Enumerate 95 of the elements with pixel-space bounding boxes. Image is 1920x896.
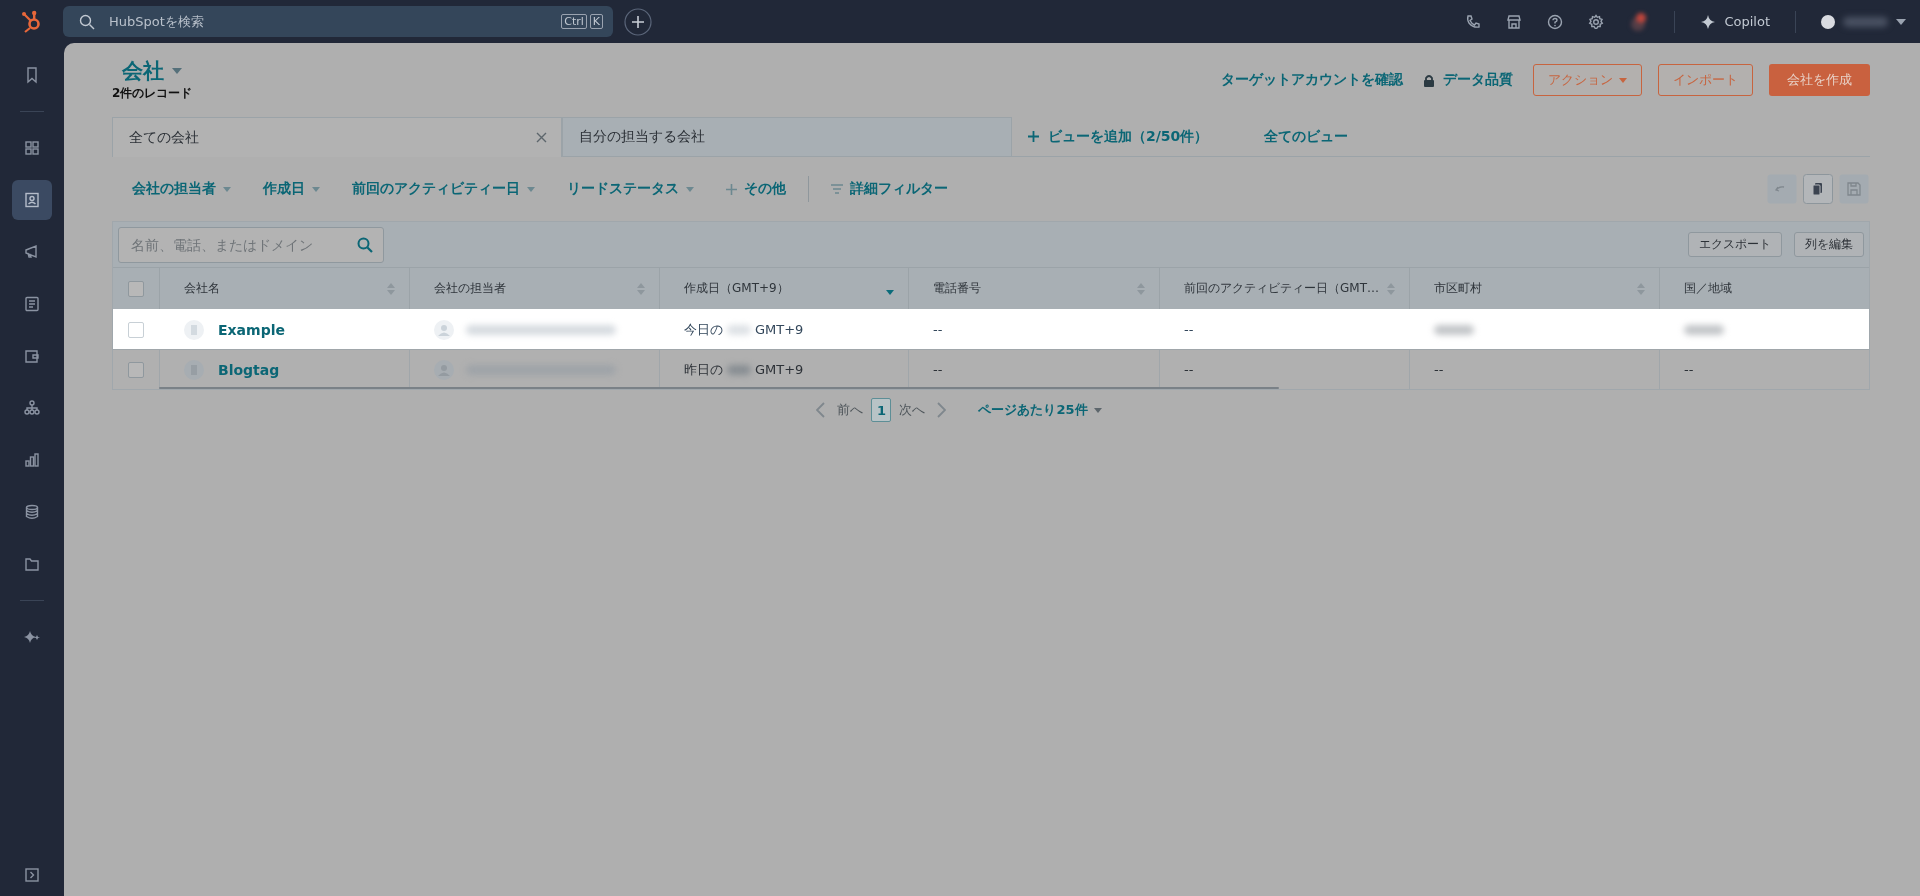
- chevron-right-icon: [937, 402, 947, 418]
- org-chart-icon: [23, 399, 41, 417]
- actions-dropdown[interactable]: アクション: [1533, 64, 1642, 96]
- nav-item[interactable]: [12, 180, 52, 220]
- building-icon: [184, 359, 204, 380]
- column-header[interactable]: 電話番号: [933, 280, 981, 297]
- table-cell-text: --: [1184, 362, 1194, 377]
- caret-icon: [223, 186, 231, 192]
- object-title-dropdown[interactable]: 会社: [122, 57, 182, 85]
- close-icon[interactable]: [536, 132, 547, 143]
- account-menu[interactable]: [1821, 14, 1906, 29]
- checkbox[interactable]: [128, 361, 144, 378]
- header-link[interactable]: ターゲットアカウントを確認: [1221, 71, 1403, 89]
- advanced-filters-button[interactable]: 詳細フィルター: [831, 180, 948, 198]
- filter-dropdown[interactable]: 会社の担当者: [132, 180, 231, 198]
- filter-dropdown[interactable]: 前回のアクティビティー日: [352, 180, 535, 198]
- filter-dropdown[interactable]: リードステータス: [567, 180, 694, 198]
- header-button[interactable]: インポート: [1658, 64, 1753, 96]
- filter-icon: [831, 184, 843, 194]
- header-link[interactable]: データ品質: [1423, 71, 1513, 89]
- database-icon: [23, 503, 41, 521]
- record-count: 2件のレコード: [112, 85, 193, 102]
- toolbar-button[interactable]: エクスポート: [1688, 232, 1782, 257]
- caret-icon: [527, 186, 535, 192]
- blurred-text: [727, 324, 751, 335]
- add-view-link[interactable]: ビューを追加（2/50件）: [1012, 117, 1225, 156]
- checkbox[interactable]: [128, 321, 144, 338]
- blurred-text: [727, 364, 751, 375]
- column-header[interactable]: 会社名: [184, 280, 220, 297]
- search-input[interactable]: 名前、電話、またはドメイン: [129, 235, 351, 254]
- all-views-link[interactable]: 全てのビュー: [1248, 117, 1365, 156]
- caret-icon: [686, 186, 694, 192]
- timezone-text: GMT+9: [755, 362, 804, 377]
- user-avatar-icon: [434, 359, 454, 380]
- blurred-text: [1434, 324, 1474, 335]
- plus-icon: [1028, 131, 1039, 142]
- caret-icon: [1896, 18, 1906, 25]
- view-tab[interactable]: 自分の担当する会社: [562, 117, 1012, 156]
- bar-chart-icon: [23, 451, 41, 469]
- column-header[interactable]: 市区町村: [1434, 280, 1482, 297]
- table-cell-text: --: [933, 362, 943, 377]
- blurred-text: [1843, 16, 1888, 27]
- caret-icon: [1619, 77, 1627, 83]
- date-text: 昨日の: [684, 360, 723, 379]
- company-link[interactable]: Blogtag: [218, 361, 280, 378]
- help-icon[interactable]: [1547, 13, 1564, 30]
- wallet-icon: [23, 347, 41, 365]
- date-text: 今日の: [684, 320, 723, 339]
- page-number[interactable]: 1: [871, 398, 892, 422]
- filter-dropdown[interactable]: 作成日: [263, 180, 320, 198]
- search-icon: [79, 13, 95, 30]
- plus-icon[interactable]: [624, 7, 652, 36]
- timezone-text: GMT+9: [755, 322, 804, 337]
- document-icon: [23, 295, 41, 313]
- column-header[interactable]: 国／地域: [1684, 280, 1732, 297]
- user-avatar-icon: [434, 319, 454, 340]
- caret-icon: [1093, 407, 1102, 413]
- page-size-dropdown[interactable]: ページあたり25件: [978, 401, 1102, 419]
- contact-card-icon: [23, 191, 41, 209]
- search-field[interactable]: HubSpotを検索 Ctrl K: [63, 6, 613, 37]
- building-icon: [184, 319, 204, 340]
- table-cell-text: --: [1184, 322, 1194, 337]
- shortcut-key: K: [589, 14, 603, 29]
- search-field[interactable]: 名前、電話、またはドメイン: [118, 226, 384, 263]
- shortcut-key: Ctrl: [561, 14, 587, 29]
- plus-icon: [726, 183, 737, 195]
- avatar: [1821, 14, 1835, 29]
- phone-icon[interactable]: [1465, 13, 1482, 30]
- toolbar-button[interactable]: 列を編集: [1794, 232, 1864, 257]
- copilot-button[interactable]: Copilot: [1700, 13, 1770, 30]
- caret-icon: [172, 68, 182, 74]
- column-header[interactable]: 作成日（GMT+9）: [684, 280, 789, 297]
- folder-icon: [23, 555, 41, 573]
- more-filters-button[interactable]: その他: [726, 180, 786, 198]
- scrollbar[interactable]: [159, 387, 1279, 389]
- grid-icon: [23, 139, 41, 157]
- settings-icon[interactable]: [1588, 13, 1605, 30]
- checkbox[interactable]: [128, 280, 144, 297]
- column-header[interactable]: 会社の担当者: [434, 280, 506, 297]
- table-cell-text: --: [933, 322, 943, 337]
- sprocket-logo[interactable]: [21, 9, 43, 34]
- copy-icon[interactable]: [1803, 174, 1833, 204]
- lock-icon: [1423, 73, 1435, 87]
- view-tab[interactable]: 全ての会社: [112, 117, 562, 157]
- table-cell-text: --: [1684, 362, 1694, 377]
- caret-icon: [312, 186, 320, 192]
- table-cell-text: --: [1434, 362, 1444, 377]
- header-button[interactable]: 会社を作成: [1769, 64, 1870, 96]
- expand-sidebar-icon[interactable]: [25, 868, 39, 882]
- company-link[interactable]: Example: [218, 321, 285, 338]
- chevron-left-icon: [816, 402, 826, 418]
- blurred-text: [1684, 324, 1724, 335]
- store-icon[interactable]: [1506, 13, 1523, 30]
- search-icon: [357, 236, 373, 253]
- search-input[interactable]: HubSpotを検索: [107, 13, 550, 30]
